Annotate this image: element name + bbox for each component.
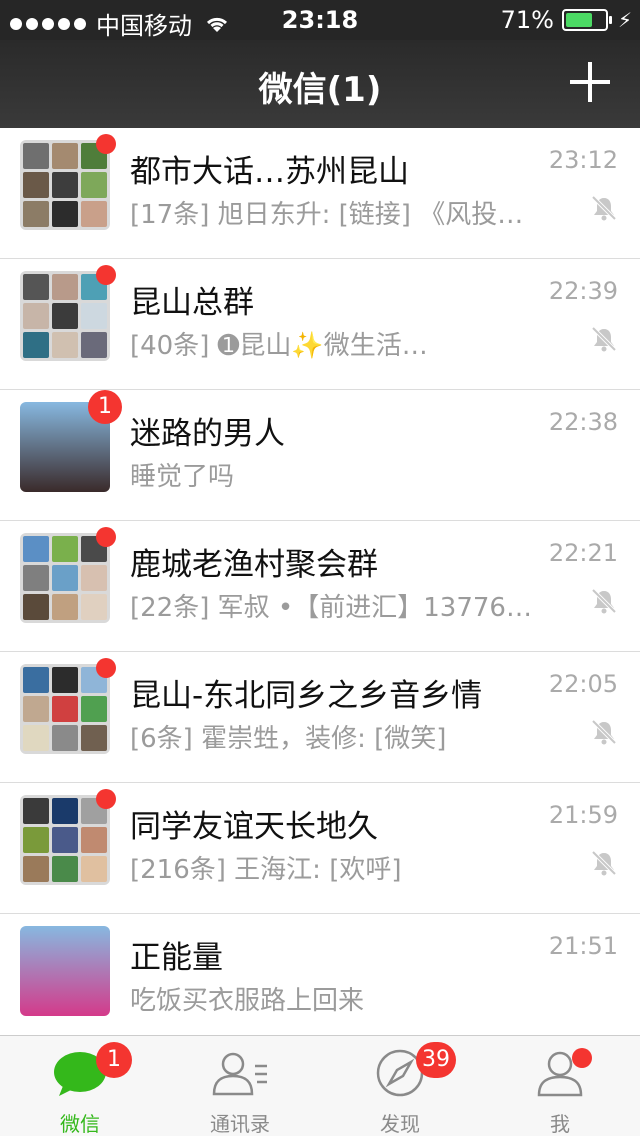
unread-dot xyxy=(96,658,116,678)
chat-preview: 吃饭买衣服路上回来 xyxy=(130,986,365,1016)
chat-title: 都市大话…苏州昆山 xyxy=(130,154,409,190)
chat-row[interactable]: 正能量吃饭买衣服路上回来 21:51 xyxy=(0,914,640,1034)
tab-label: 发现 xyxy=(380,1112,420,1136)
nav-bar: 微信(1) xyxy=(0,40,640,128)
page-title: 微信(1) xyxy=(258,70,382,110)
avatar xyxy=(20,926,110,1016)
chat-time: 21:59 xyxy=(548,801,618,829)
avatar xyxy=(20,533,110,623)
unread-dot xyxy=(96,134,116,154)
tab-badge: 39 xyxy=(416,1042,456,1078)
avatar xyxy=(20,664,110,754)
chat-row[interactable]: 1 迷路的男人睡觉了吗 22:38 xyxy=(0,390,640,521)
unread-dot xyxy=(96,789,116,809)
battery-icon xyxy=(561,9,612,31)
chat-row[interactable]: 都市大话…苏州昆山 [17条] 旭日东升: [链接] 《风投… 23:12 xyxy=(0,128,640,259)
chat-title: 正能量 xyxy=(130,940,223,976)
tab-badge-dot xyxy=(572,1048,592,1068)
avatar xyxy=(20,140,110,230)
tab-compass[interactable]: 39 发现 xyxy=(320,1036,480,1136)
chat-preview: [216条] 王海江: [欢呼] xyxy=(130,855,402,885)
chat-time: 22:05 xyxy=(548,670,618,698)
chat-time: 22:21 xyxy=(548,539,618,567)
chat-title: 昆山-东北同乡之乡音乡情 xyxy=(130,678,483,714)
battery-percent: 71% xyxy=(500,6,554,34)
status-right: 71% ⚡ xyxy=(501,6,632,34)
chat-title: 同学友谊天长地久 xyxy=(130,809,378,845)
chat-title: 迷路的男人 xyxy=(130,416,285,452)
tab-label: 我 xyxy=(550,1112,570,1136)
mute-bell-icon xyxy=(590,849,618,877)
unread-dot xyxy=(96,527,116,547)
tab-bar: 1 微信 通讯录 39 发现 我 xyxy=(0,1035,640,1136)
chat-time: 21:51 xyxy=(548,932,618,960)
mute-bell-icon xyxy=(590,194,618,222)
chat-row[interactable]: 昆山总群 [40条] ➊昆山✨微生活… 22:39 xyxy=(0,259,640,390)
tab-contacts[interactable]: 通讯录 xyxy=(160,1036,320,1136)
chat-preview: [6条] 霍崇甡，装修: [微笑] xyxy=(130,724,447,754)
tab-label: 通讯录 xyxy=(210,1112,270,1136)
status-bar: 中国移动 23:18 71% ⚡ xyxy=(0,0,640,40)
tab-chat-bubble[interactable]: 1 微信 xyxy=(0,1036,160,1136)
tab-label: 微信 xyxy=(60,1112,100,1136)
unread-dot xyxy=(96,265,116,285)
chat-row[interactable]: 昆山-东北同乡之乡音乡情 [6条] 霍崇甡，装修: [微笑] 22:05 xyxy=(0,652,640,783)
chat-preview: [17条] 旭日东升: [链接] 《风投… xyxy=(130,200,524,230)
chat-list: 都市大话…苏州昆山 [17条] 旭日东升: [链接] 《风投… 23:12 昆山总群 [… xyxy=(0,128,640,1034)
chat-time: 22:39 xyxy=(548,277,618,305)
battery-fill xyxy=(565,13,592,27)
contacts-icon xyxy=(211,1048,269,1098)
chat-title: 昆山总群 xyxy=(130,285,254,321)
mute-bell-icon xyxy=(590,587,618,615)
chat-preview: 睡觉了吗 xyxy=(130,462,235,492)
avatar xyxy=(20,271,110,361)
mute-bell-icon xyxy=(590,718,618,746)
unread-badge: 1 xyxy=(88,390,122,424)
chat-preview: [22条] 军叔 •【前进汇】13776… xyxy=(130,593,532,623)
add-button[interactable] xyxy=(570,62,610,102)
chat-time: 23:12 xyxy=(548,146,618,174)
chat-row[interactable]: 同学友谊天长地久 [216条] 王海江: [欢呼] 21:59 xyxy=(0,783,640,914)
mute-bell-icon xyxy=(590,325,618,353)
tab-profile[interactable]: 我 xyxy=(480,1036,640,1136)
charging-icon: ⚡ xyxy=(617,8,632,32)
chat-row[interactable]: 鹿城老渔村聚会群 [22条] 军叔 •【前进汇】13776… 22:21 xyxy=(0,521,640,652)
chat-time: 22:38 xyxy=(548,408,618,436)
avatar xyxy=(20,795,110,885)
tab-badge: 1 xyxy=(96,1042,132,1078)
chat-preview: [40条] ➊昆山✨微生活… xyxy=(130,331,428,361)
chat-title: 鹿城老渔村聚会群 xyxy=(130,547,378,583)
